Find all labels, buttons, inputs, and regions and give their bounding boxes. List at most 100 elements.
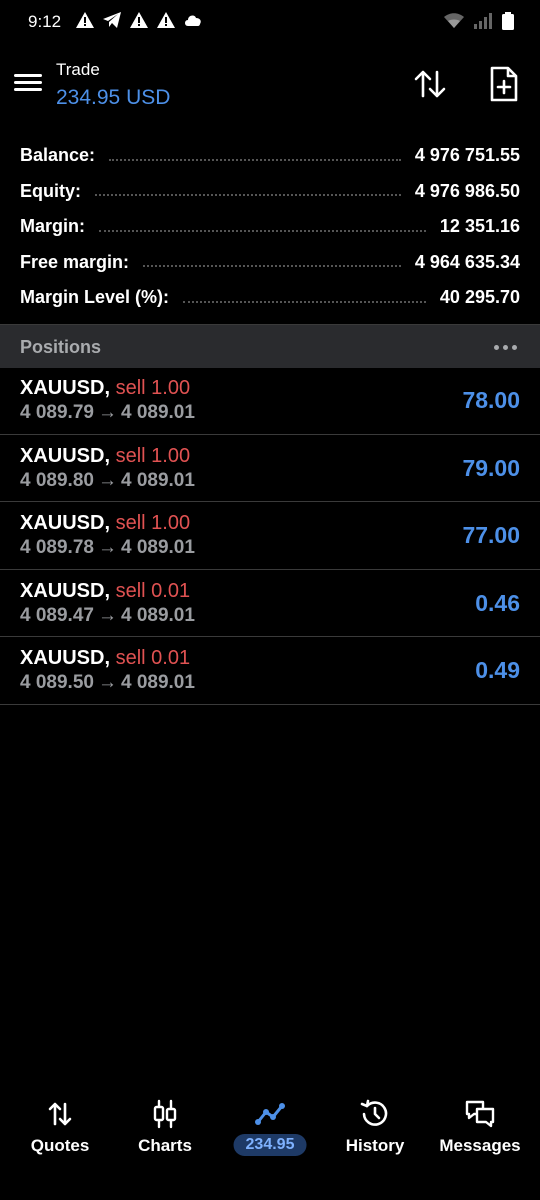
account-summary: Balance: 4 976 751.55 Equity: 4 976 986.…	[0, 138, 540, 316]
charts-icon	[153, 1099, 177, 1129]
position-symbol: XAUUSD,	[20, 579, 111, 602]
status-system-icons	[444, 12, 514, 30]
warning-icon	[76, 12, 94, 28]
position-row[interactable]: XAUUSD, sell 1.00 4 089.80 → 4 089.01 79.0…	[0, 435, 540, 502]
new-order-button[interactable]	[484, 64, 524, 104]
positions-title: Positions	[20, 337, 102, 357]
nav-label: History	[345, 1136, 405, 1155]
summary-label: Margin Level (%):	[20, 287, 170, 308]
position-row[interactable]: XAUUSD, sell 1.00 4 089.79 → 4 089.01 78.0…	[0, 367, 540, 435]
summary-row-balance: Balance: 4 976 751.55	[0, 138, 540, 174]
position-profit: 0.46	[475, 589, 520, 616]
summary-row-equity: Equity: 4 976 986.50	[0, 174, 540, 210]
position-side: sell 0.01	[115, 579, 191, 602]
quotes-icon	[48, 1102, 72, 1126]
status-notification-icons	[76, 12, 202, 28]
warning-icon	[157, 12, 175, 28]
nav-trade-badge: 234.95	[233, 1134, 307, 1156]
messages-icon	[465, 1100, 495, 1128]
hamburger-icon-bar	[14, 88, 42, 91]
position-title: XAUUSD, sell 0.01	[20, 580, 190, 603]
page-title: Trade	[56, 60, 100, 79]
summary-row-free-margin: Free margin: 4 964 635.34	[0, 245, 540, 281]
summary-row-margin-level: Margin Level (%): 40 295.70	[0, 280, 540, 316]
dotted-leader	[109, 158, 401, 161]
position-title: XAUUSD, sell 1.00	[20, 512, 190, 535]
summary-label: Equity:	[20, 180, 81, 201]
sort-button[interactable]	[410, 64, 450, 104]
more-dots-icon	[512, 344, 517, 350]
hamburger-icon-bar	[14, 74, 42, 77]
position-profit: 78.00	[462, 387, 520, 413]
positions-more-button[interactable]	[494, 337, 520, 357]
signal-icon	[474, 13, 492, 29]
dotted-leader	[99, 229, 426, 232]
nav-history[interactable]: History	[321, 1090, 429, 1180]
position-side: sell 1.00	[115, 377, 191, 399]
positions-section-header: Positions	[0, 324, 540, 368]
position-prices: 4 089.50 → 4 089.01	[20, 672, 195, 694]
dotted-leader	[183, 300, 426, 303]
position-symbol: XAUUSD,	[20, 444, 111, 467]
arrow-right-icon: →	[97, 469, 117, 491]
position-prices: 4 089.79 → 4 089.01	[20, 402, 195, 424]
nav-quotes[interactable]: Quotes	[6, 1090, 114, 1180]
dotted-leader	[143, 265, 401, 268]
warning-icon	[130, 12, 148, 28]
position-symbol: XAUUSD,	[20, 377, 111, 399]
arrow-right-icon: →	[97, 537, 117, 558]
position-row[interactable]: XAUUSD, sell 0.01 4 089.47 → 4 089.01 0.46	[0, 570, 540, 637]
arrow-right-icon: →	[97, 402, 117, 423]
more-dots-icon	[494, 344, 499, 350]
arrow-right-icon: →	[97, 672, 117, 693]
position-title: XAUUSD, sell 1.00	[20, 445, 190, 468]
position-side: sell 1.00	[115, 512, 191, 534]
menu-button[interactable]	[14, 70, 42, 98]
position-open-price: 4 089.80	[20, 469, 94, 491]
nav-charts[interactable]: Charts	[111, 1090, 219, 1180]
more-dots-icon	[503, 344, 508, 350]
position-prices: 4 089.47 → 4 089.01	[20, 605, 195, 627]
position-profit: 77.00	[462, 522, 520, 548]
status-bar: 9:12	[0, 0, 540, 44]
history-icon	[360, 1099, 388, 1126]
position-side: sell 1.00	[115, 444, 191, 467]
position-current-price: 4 089.01	[120, 402, 195, 423]
nav-label: Charts	[138, 1136, 192, 1155]
arrow-right-icon: →	[97, 604, 117, 626]
dotted-leader	[95, 194, 401, 197]
position-title: XAUUSD, sell 0.01	[20, 647, 190, 670]
summary-value: 12 351.16	[439, 216, 520, 237]
summary-value: 4 976 986.50	[414, 180, 520, 201]
bottom-navigation: Quotes Charts 234.95 History Messages	[0, 1090, 540, 1200]
cloud-icon	[185, 15, 201, 26]
telegram-icon	[103, 12, 121, 28]
position-row[interactable]: XAUUSD, sell 0.01 4 089.50 → 4 089.01 0.49	[0, 637, 540, 705]
position-title: XAUUSD, sell 1.00	[20, 377, 190, 400]
position-current-price: 4 089.01	[120, 672, 195, 693]
position-open-price: 4 089.78	[20, 537, 94, 558]
position-open-price: 4 089.47	[20, 604, 94, 626]
summary-label: Free margin:	[20, 251, 130, 272]
summary-value: 40 295.70	[439, 287, 520, 308]
nav-trade[interactable]: 234.95	[216, 1090, 324, 1180]
position-row[interactable]: XAUUSD, sell 1.00 4 089.78 → 4 089.01 77.0…	[0, 502, 540, 570]
position-open-price: 4 089.79	[20, 402, 94, 423]
sort-arrows-icon	[414, 70, 446, 98]
position-prices: 4 089.78 → 4 089.01	[20, 537, 195, 559]
nav-label: Messages	[439, 1136, 521, 1155]
page-subtitle-profit: 234.95 USD	[56, 86, 171, 109]
positions-list: XAUUSD, sell 1.00 4 089.79 → 4 089.01 78.0…	[0, 367, 540, 705]
wifi-icon	[444, 13, 464, 28]
summary-label: Balance:	[20, 145, 96, 166]
nav-messages[interactable]: Messages	[426, 1090, 534, 1180]
position-current-price: 4 089.01	[120, 469, 195, 491]
position-prices: 4 089.80 → 4 089.01	[20, 470, 195, 492]
position-current-price: 4 089.01	[120, 604, 195, 626]
nav-label: Quotes	[30, 1136, 90, 1155]
new-document-icon	[490, 66, 518, 102]
position-profit: 0.49	[475, 657, 520, 683]
position-symbol: XAUUSD,	[20, 647, 111, 669]
trade-icon	[255, 1103, 285, 1125]
position-current-price: 4 089.01	[120, 537, 195, 558]
